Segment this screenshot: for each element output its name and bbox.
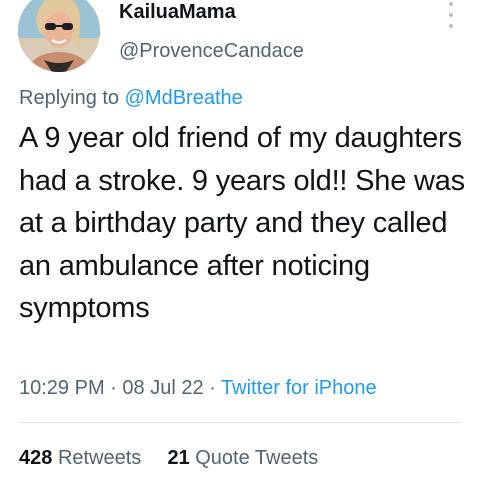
- meta-separator: ·: [209, 377, 216, 399]
- quote-tweets-count: 21: [167, 447, 190, 469]
- tweet-time[interactable]: 10:29 PM: [19, 377, 105, 399]
- tweet-stats: 428 Retweets 21 Quote Tweets: [19, 447, 318, 470]
- quote-tweets-stat[interactable]: 21 Quote Tweets: [167, 447, 318, 469]
- tweet-text: A 9 year old friend of my daughters had …: [19, 122, 465, 324]
- tweet-source-link[interactable]: Twitter for iPhone: [221, 377, 377, 399]
- replying-to: Replying to @MdBreathe: [19, 87, 243, 110]
- retweets-stat[interactable]: 428 Retweets: [19, 447, 147, 469]
- retweets-count: 428: [19, 447, 53, 469]
- retweets-label: Retweets: [57, 447, 142, 469]
- more-vertical-icon-dot: [449, 13, 453, 17]
- avatar[interactable]: [18, 0, 100, 72]
- display-name[interactable]: KailuaMama: [119, 1, 236, 24]
- avatar-photo: [18, 0, 100, 72]
- more-options-button[interactable]: [440, 2, 462, 28]
- more-vertical-icon-dot: [449, 24, 453, 28]
- quote-tweets-label: Quote Tweets: [195, 447, 319, 469]
- reply-mention-link[interactable]: @MdBreathe: [125, 87, 243, 109]
- tweet-date[interactable]: 08 Jul 22: [122, 377, 203, 399]
- tweet-detail: KailuaMama @ProvenceCandace Replying to …: [0, 0, 480, 480]
- tweet-meta: 10:29 PM · 08 Jul 22 · Twitter for iPhon…: [19, 377, 377, 400]
- more-vertical-icon: [449, 2, 453, 6]
- replying-to-label: Replying to: [19, 87, 120, 109]
- user-handle[interactable]: @ProvenceCandace: [119, 40, 304, 63]
- meta-separator: ·: [110, 377, 117, 399]
- divider: [19, 422, 462, 423]
